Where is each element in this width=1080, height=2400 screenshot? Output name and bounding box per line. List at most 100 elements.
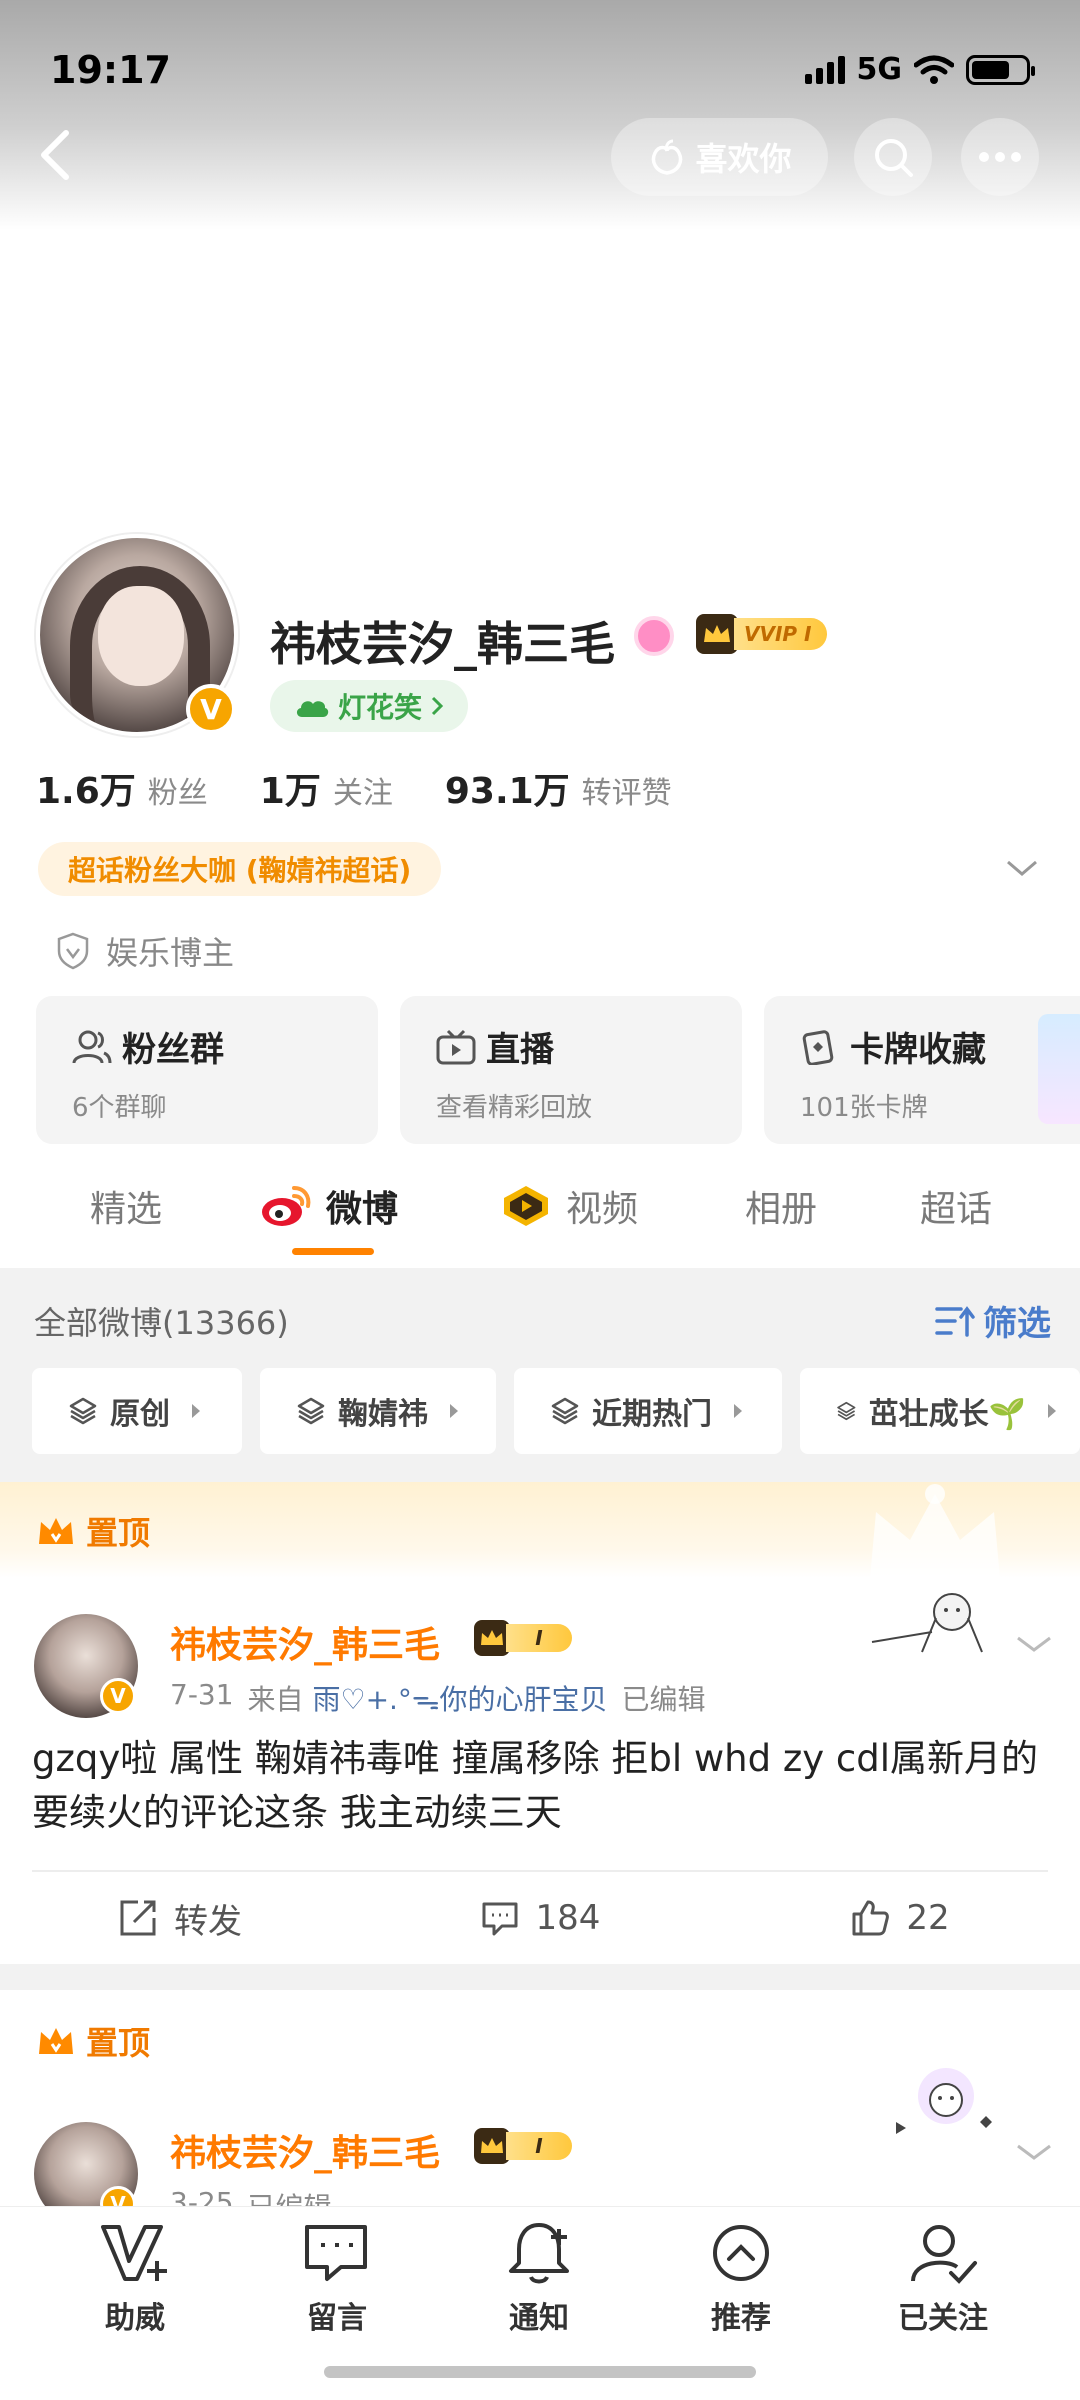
engagement-label: 转评赞 [581,776,672,811]
like-you-label: 喜欢你 [695,140,792,178]
card-subtitle: 查看精彩回放 [436,1093,593,1123]
post-date: 7-31 [170,1678,234,1711]
post-author-name[interactable]: 祎枝芸汐_韩三毛 [170,2124,440,2176]
video-badge-icon [504,1186,548,1226]
nav-recommend[interactable]: 推荐 [671,2221,811,2337]
comment-button[interactable]: 184 [360,1872,720,1964]
post-from-prefix: 来自 [247,1683,304,1716]
lamp-label: 灯花笑 [338,691,423,724]
thumbs-up-icon [852,1900,890,1936]
followers-count[interactable]: 1.6万 [36,762,136,814]
pinned-post[interactable]: 置顶 V 祎枝芸汐_韩三毛 I 7-31 来自 雨♡+.°ᯓ你的心肝宝贝 已编辑… [0,1482,1080,1964]
engagement-count[interactable]: 93.1万 [445,762,570,814]
verified-badge: V [186,684,236,734]
filter-label: 筛选 [983,1304,1051,1344]
like-you-button[interactable]: 喜欢你 [611,118,828,196]
nav-notify[interactable]: 通知 [469,2221,609,2337]
signal-icon [804,55,845,84]
cloud-icon [296,701,329,717]
role-line: 娱乐博主 [56,928,234,974]
filter-chips: 原创 鞠婧祎 近期热门 茁壮成长🌱 [32,1368,1080,1454]
crown-icon [474,2128,510,2164]
filter-icon [935,1305,975,1337]
nav-message[interactable]: 留言 [267,2221,407,2337]
repost-button[interactable]: 转发 [0,1872,360,1964]
wifi-icon [914,55,954,84]
following-count[interactable]: 1万 [260,762,321,814]
tab-album[interactable]: 相册 [745,1180,817,1232]
post-menu-button[interactable] [1014,2140,1054,2164]
post-source[interactable]: 雨♡+.°ᯓ你的心肝宝贝 [312,1683,607,1716]
profile-tabs: 精选 微博 视频 相册 超话 [0,1180,1080,1264]
layers-icon [297,1397,325,1425]
header-background [0,0,1080,230]
bell-icon [509,2223,569,2284]
crown-icon [474,1620,510,1656]
message-icon [305,2225,367,2281]
card-preview-image[interactable] [1038,1014,1080,1124]
chevron-right-icon [431,696,444,716]
following-label: 关注 [332,776,393,811]
post-vip-badge[interactable]: I [474,2128,574,2164]
vip-badge[interactable]: VVIP I [696,614,836,654]
tab-featured[interactable]: 精选 [90,1180,162,1232]
chip-recent-hot[interactable]: 近期热门 [514,1368,782,1454]
card-title: 卡牌收藏 [850,1030,986,1070]
post-edited: 已编辑 [621,1683,706,1716]
nav-cheer[interactable]: 助威 [65,2221,205,2337]
weibo-logo-icon [262,1186,311,1226]
post-vip-level: I [506,2132,572,2160]
pin-label: 置顶 [36,2018,150,2064]
home-indicator [324,2366,756,2378]
fan-club-icon[interactable] [634,616,674,656]
layers-icon [837,1401,856,1421]
battery-icon [966,54,1035,85]
pin-crown-icon [39,1518,73,1544]
bear-sticker-icon [896,2068,992,2134]
card-live[interactable]: 直播 查看精彩回放 [400,996,742,1144]
filter-button[interactable]: 筛选 [935,1296,1051,1345]
chip-original[interactable]: 原创 [32,1368,242,1454]
recommend-icon [713,2225,769,2281]
tab-supertopic[interactable]: 超话 [920,1180,992,1232]
post-author-name[interactable]: 祎枝芸汐_韩三毛 [170,1616,440,1668]
anime-sticker-icon [871,1593,983,1653]
super-fan-badge[interactable]: 超话粉丝大咖 (鞠婧祎超话) [38,842,442,896]
back-button[interactable] [30,125,80,185]
peach-icon [652,139,683,175]
card-collection[interactable]: 卡牌收藏 101张卡牌 [764,996,1080,1144]
post-meta: 7-31 来自 雨♡+.°ᯓ你的心肝宝贝 已编辑 [170,1678,706,1718]
more-button[interactable] [961,118,1039,196]
crown-decoration-icon [870,1484,1000,1578]
status-time: 19:17 [50,48,171,92]
layers-icon [69,1397,97,1425]
post-vip-badge[interactable]: I [474,1620,574,1656]
chip-growing[interactable]: 茁壮成长🌱 [800,1368,1080,1454]
lamp-badge[interactable]: 灯花笑 [270,680,469,732]
like-count: 22 [906,1898,950,1938]
followers-label: 粉丝 [147,776,208,811]
nav-followed[interactable]: 已关注 [873,2221,1013,2337]
search-icon [875,139,913,177]
post-menu-button[interactable] [1014,1632,1054,1656]
post-actions: 转发 184 22 [0,1872,1080,1964]
card-fan-group[interactable]: 粉丝群 6个群聊 [36,996,378,1144]
card-title: 直播 [486,1030,554,1070]
pin-label: 置顶 [36,1508,150,1554]
chevron-down-icon [1017,2144,1051,2160]
card-icon [802,1029,834,1065]
like-button[interactable]: 22 [720,1872,1080,1964]
chevron-down-icon [1007,860,1037,876]
search-button[interactable] [854,118,932,196]
expand-button[interactable] [1004,856,1040,880]
chip-ju-jingyi[interactable]: 鞠婧祎 [260,1368,496,1454]
network-type: 5G [856,52,903,87]
all-posts-count: 全部微博(13366) [34,1304,289,1342]
status-icons: 5G [804,52,1035,87]
tab-video[interactable]: 视频 [500,1180,638,1232]
pin-crown-icon [39,2028,73,2054]
group-icon [72,1030,112,1063]
repost-label: 转发 [174,1901,242,1942]
tab-weibo[interactable]: 微博 [260,1180,398,1232]
comment-count: 184 [535,1898,601,1938]
